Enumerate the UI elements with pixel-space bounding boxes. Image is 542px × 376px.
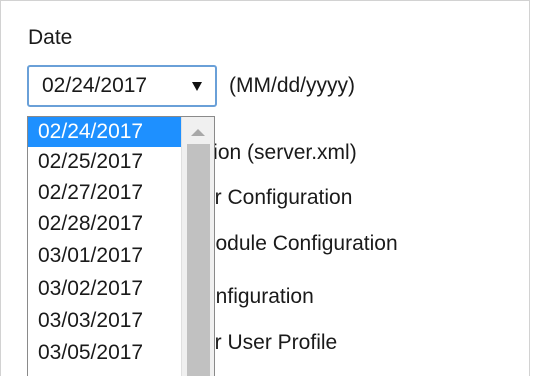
date-select-value: 02/24/2017: [42, 74, 148, 97]
background-item-user-profile[interactable]: er User Profile: [203, 331, 337, 355]
background-item-module-config[interactable]: Module Configuration: [198, 232, 398, 256]
date-format-hint: (MM/dd/yyyy): [229, 74, 355, 97]
date-option[interactable]: 03/03/2017: [28, 306, 182, 336]
scrollbar-thumb[interactable]: [187, 144, 210, 376]
chevron-down-icon[interactable]: [192, 82, 202, 91]
date-option[interactable]: 02/25/2017: [28, 147, 182, 177]
background-item-user-config[interactable]: er Configuration: [203, 186, 352, 210]
form-panel: Date 02/24/2017 (MM/dd/yyyy) uration (se…: [0, 0, 530, 376]
dropdown-scrollbar[interactable]: [181, 117, 214, 376]
date-option[interactable]: 02/27/2017: [28, 178, 182, 208]
date-dropdown-list[interactable]: 02/24/2017 02/25/2017 02/27/2017 02/28/2…: [27, 116, 215, 376]
date-option[interactable]: 03/02/2017: [28, 274, 182, 304]
date-label: Date: [28, 26, 73, 49]
date-select[interactable]: 02/24/2017: [27, 65, 217, 107]
date-option[interactable]: 03/01/2017: [28, 241, 182, 271]
date-option[interactable]: 03/05/2017: [28, 338, 182, 368]
scroll-up-arrow-icon[interactable]: [191, 129, 205, 136]
background-item-configuration[interactable]: onfiguration: [204, 285, 314, 309]
date-option[interactable]: 02/28/2017: [28, 209, 182, 239]
date-option[interactable]: 02/24/2017: [28, 117, 182, 147]
